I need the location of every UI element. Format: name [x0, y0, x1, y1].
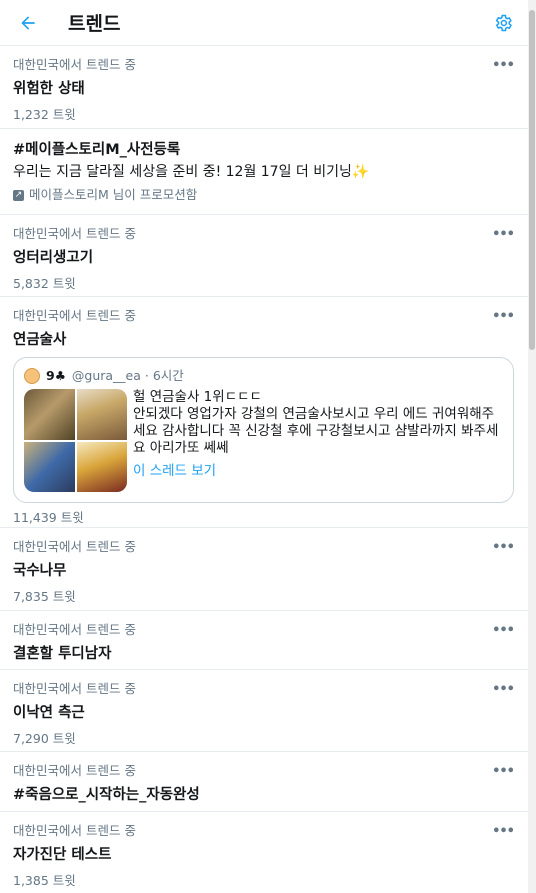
view-thread-link[interactable]: 이 스레드 보기: [133, 461, 503, 481]
trend-count: 11,439 트윗: [13, 510, 84, 525]
trend-name: 국수나무: [13, 563, 67, 579]
promoted-by-label: 메이플스토리M 님이 프로모션함: [29, 187, 198, 202]
trends-page: 트렌드 대한민국에서 트렌드 중 위험한 상태 1,232 트윗 ••• #메이…: [0, 0, 528, 893]
promoted-by: ↗ 메이플스토리M 님이 프로모션함: [13, 186, 514, 204]
promoted-icon: ↗: [13, 189, 24, 201]
settings-button[interactable]: [488, 8, 518, 38]
more-options-button[interactable]: •••: [492, 824, 515, 839]
more-options-button[interactable]: •••: [492, 764, 515, 779]
header: 트렌드: [0, 0, 528, 46]
trend-context: 대한민국에서 트렌드 중: [13, 539, 136, 554]
tweet-image[interactable]: [24, 441, 75, 492]
trend-item[interactable]: 대한민국에서 트렌드 중 위험한 상태 1,232 트윗 •••: [0, 46, 528, 129]
trend-context: 대한민국에서 트렌드 중: [13, 57, 136, 72]
embedded-tweet[interactable]: 9♣ @gura__ea · 6시간 헐 연금술사 1위ㄷㄷㄷ 안되겠다 영업가…: [13, 357, 514, 503]
tweet-image[interactable]: [76, 441, 127, 492]
promoted-trend-description: 우리는 지금 달라질 세상을 준비 중! 12월 17일 더 비기닝✨: [13, 164, 370, 180]
trend-item[interactable]: 대한민국에서 트렌드 중 #죽음으로_시작하는_자동완성 •••: [0, 752, 528, 812]
back-arrow-icon: [21, 15, 35, 30]
avatar: [24, 368, 40, 384]
scrollbar[interactable]: [528, 0, 536, 893]
trend-name: 엉터리생고기: [13, 250, 94, 266]
trend-name: 연금술사: [13, 332, 67, 348]
tweet-body: 헐 연금술사 1위ㄷㄷㄷ 안되겠다 영업가자 강철의 연금술사보시고 우리 에드…: [24, 389, 503, 492]
tweet-handle-time: @gura__ea · 6시간: [71, 368, 184, 383]
page-title: 트렌드: [68, 13, 121, 35]
more-options-button[interactable]: •••: [492, 58, 515, 73]
tweet-content: 헐 연금술사 1위ㄷㄷㄷ 안되겠다 영업가자 강철의 연금술사보시고 우리 에드…: [133, 389, 503, 492]
tweet-header: 9♣ @gura__ea · 6시간: [24, 367, 503, 385]
trend-context: 대한민국에서 트렌드 중: [13, 681, 136, 696]
trend-context: 대한민국에서 트렌드 중: [13, 308, 136, 323]
more-options-button[interactable]: •••: [492, 623, 515, 638]
trend-context: 대한민국에서 트렌드 중: [13, 763, 136, 778]
trend-count: 1,232 트윗: [13, 107, 76, 122]
trend-count: 1,385 트윗: [13, 873, 76, 888]
promoted-trend[interactable]: #메이플스토리M_사전등록 우리는 지금 달라질 세상을 준비 중! 12월 1…: [0, 129, 528, 215]
trend-item[interactable]: 대한민국에서 트렌드 중 결혼할 투디남자 •••: [0, 611, 528, 670]
tweet-image[interactable]: [24, 389, 75, 440]
more-options-button[interactable]: •••: [492, 227, 515, 242]
trend-context: 대한민국에서 트렌드 중: [13, 622, 136, 637]
more-options-button[interactable]: •••: [492, 540, 515, 555]
trend-count: 5,832 트윗: [13, 276, 76, 291]
trend-item[interactable]: 대한민국에서 트렌드 중 연금술사 ••• 9♣ @gura__ea · 6시간…: [0, 297, 528, 528]
tweet-text-line: 헐 연금술사 1위ㄷㄷㄷ: [133, 389, 262, 405]
trend-context: 대한민국에서 트렌드 중: [13, 823, 136, 838]
trend-item[interactable]: 대한민국에서 트렌드 중 엉터리생고기 5,832 트윗 •••: [0, 215, 528, 297]
tweet-media-grid[interactable]: [24, 389, 127, 492]
trend-count: 7,290 트윗: [13, 731, 76, 746]
promoted-trend-name: #메이플스토리M_사전등록: [13, 142, 181, 158]
gear-icon: [495, 14, 512, 32]
trend-name: 이낙연 측근: [13, 705, 85, 721]
more-options-button[interactable]: •••: [492, 309, 515, 324]
tweet-image[interactable]: [76, 389, 127, 440]
more-options-button[interactable]: •••: [492, 682, 515, 697]
trend-name: 결혼할 투디남자: [13, 646, 112, 662]
tweet-username: 9♣: [46, 368, 66, 383]
scrollbar-thumb[interactable]: [529, 10, 535, 350]
back-button[interactable]: [6, 3, 50, 43]
trend-name: #죽음으로_시작하는_자동완성: [13, 787, 200, 803]
trend-item[interactable]: 대한민국에서 트렌드 중 자가진단 테스트 1,385 트윗 •••: [0, 812, 528, 893]
trend-count: 7,835 트윗: [13, 589, 76, 604]
trend-name: 자가진단 테스트: [13, 847, 112, 863]
trend-item[interactable]: 대한민국에서 트렌드 중 이낙연 측근 7,290 트윗 •••: [0, 670, 528, 752]
trend-item[interactable]: 대한민국에서 트렌드 중 국수나무 7,835 트윗 •••: [0, 528, 528, 611]
trend-context: 대한민국에서 트렌드 중: [13, 226, 136, 241]
trend-name: 위험한 상태: [13, 81, 85, 97]
tweet-text-body: 안되겠다 영업가자 강철의 연금술사보시고 우리 에드 귀여워해주세요 감사합니…: [133, 406, 499, 456]
